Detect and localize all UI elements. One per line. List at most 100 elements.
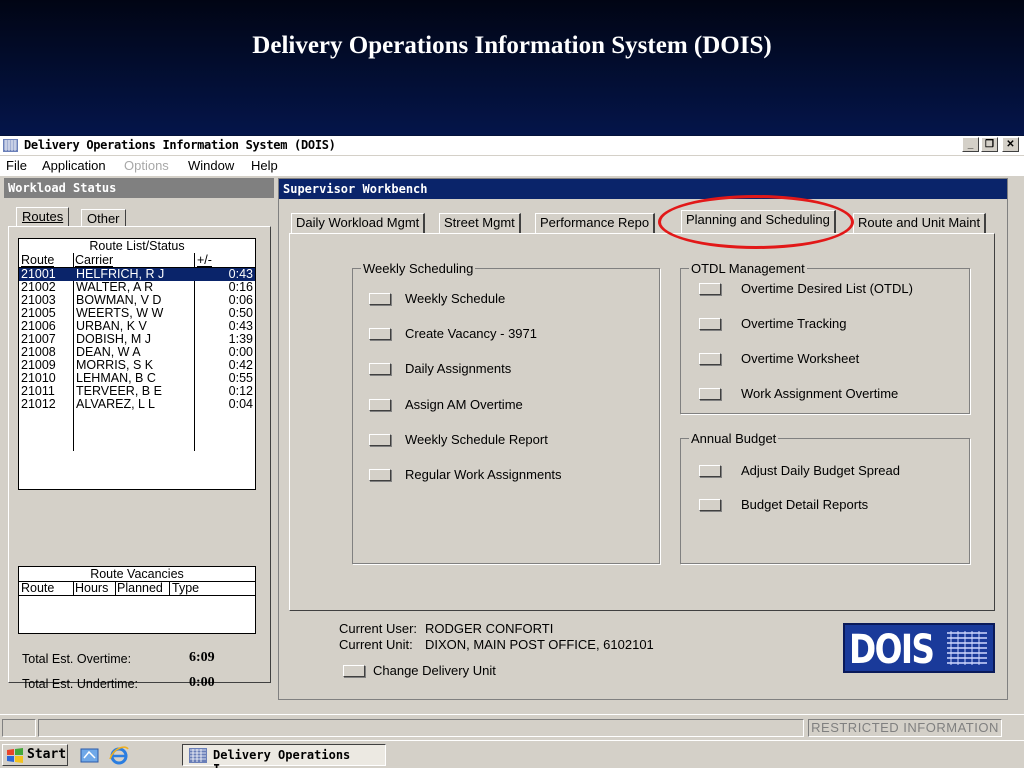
otdl-button-0[interactable]: [699, 283, 721, 295]
tab-performance-reports[interactable]: Performance Repo: [535, 213, 656, 233]
slide-background: [0, 0, 1024, 135]
weekly-scheduling-button-2[interactable]: [369, 363, 391, 376]
tab-street-mgmt[interactable]: Street Mgmt: [439, 213, 521, 233]
restricted-information-status: RESTRICTED INFORMATION: [808, 719, 1002, 737]
tab-other[interactable]: Other: [81, 209, 126, 227]
weekly-scheduling-button-0[interactable]: [369, 293, 391, 305]
otdl-label-1[interactable]: Overtime Tracking: [741, 316, 846, 331]
otdl-button-1[interactable]: [699, 318, 721, 330]
tab-daily-workload-mgmt[interactable]: Daily Workload Mgmt: [291, 213, 426, 233]
window-title: Delivery Operations Information System (…: [24, 138, 336, 152]
dois-logo: DOIS: [843, 623, 995, 673]
weekly-scheduling-label-4[interactable]: Weekly Schedule Report: [405, 432, 548, 447]
annual-budget-title: Annual Budget: [689, 431, 779, 446]
total-undertime-value: 0:00: [189, 675, 215, 690]
supervisor-workbench: Supervisor Workbench Daily Workload Mgmt…: [278, 178, 1008, 700]
tab-other-label: Other: [87, 211, 120, 226]
current-unit-value: DIXON, MAIN POST OFFICE, 6102101: [425, 637, 654, 652]
grid-line: [73, 581, 74, 595]
change-delivery-unit-button[interactable]: [343, 665, 365, 677]
status-bar: RESTRICTED INFORMATION: [0, 714, 1024, 740]
current-unit-label: Current Unit:: [339, 637, 413, 652]
workload-status-header: Workload Status: [4, 178, 274, 198]
app-window: Delivery Operations Information System (…: [0, 136, 1024, 740]
weekly-scheduling-button-3[interactable]: [369, 398, 391, 411]
otdl-label-0[interactable]: Overtime Desired List (OTDL): [741, 281, 913, 296]
otdl-button-2[interactable]: [699, 353, 721, 365]
weekly-scheduling-label-1[interactable]: Create Vacancy - 3971: [405, 326, 537, 341]
budget-button-0[interactable]: [699, 465, 721, 477]
otdl-management-title: OTDL Management: [689, 261, 807, 276]
weekly-scheduling-label-2[interactable]: Daily Assignments: [405, 361, 511, 376]
budget-label-0[interactable]: Adjust Daily Budget Spread: [741, 463, 900, 478]
app-icon: [3, 139, 18, 152]
taskbar: Start Delivery Operations I...: [0, 740, 1024, 768]
route-number: 21012: [21, 397, 56, 411]
menu-application[interactable]: Application: [42, 158, 106, 173]
minimize-button[interactable]: _: [962, 137, 979, 152]
taskbar-dois-label: Delivery Operations I...: [213, 748, 351, 768]
weekly-scheduling-title: Weekly Scheduling: [361, 261, 476, 276]
restore-button[interactable]: ❐: [981, 137, 998, 152]
weekly-scheduling-button-1[interactable]: [369, 328, 391, 341]
vacancy-route-header[interactable]: Route: [21, 581, 54, 595]
windows-flag-icon: [7, 748, 23, 763]
change-delivery-unit-label[interactable]: Change Delivery Unit: [373, 663, 496, 678]
budget-button-1[interactable]: [699, 499, 721, 511]
planning-tab-page: Weekly Scheduling Weekly Schedule Create …: [289, 233, 995, 611]
weekly-scheduling-button-5[interactable]: [369, 469, 391, 481]
status-cell: [38, 719, 804, 737]
dois-app-icon: [189, 748, 207, 763]
route-list-caption: Route List/Status: [89, 239, 185, 253]
status-cell: [2, 719, 36, 737]
carrier-column-header[interactable]: Carrier: [75, 253, 114, 267]
menu-file[interactable]: File: [6, 158, 27, 173]
weekly-scheduling-label-3[interactable]: Assign AM Overtime: [405, 397, 523, 412]
budget-label-1[interactable]: Budget Detail Reports: [741, 497, 868, 512]
vacancy-planned-header[interactable]: Planned: [117, 581, 163, 595]
close-button[interactable]: ✕: [1002, 137, 1019, 152]
slide-title: Delivery Operations Information System (…: [252, 32, 772, 59]
total-undertime-label: Total Est. Undertime:: [22, 677, 139, 691]
current-unit-info: Current Unit: DIXON, MAIN POST OFFICE, 6…: [339, 637, 654, 652]
otdl-button-3[interactable]: [699, 388, 721, 400]
start-label: Start: [27, 747, 67, 762]
current-user-label: Current User:: [339, 621, 418, 636]
tab-routes[interactable]: Routes: [16, 207, 70, 227]
current-user-value: RODGER CONFORTI: [425, 621, 554, 636]
tab-route-and-unit-maint[interactable]: Route and Unit Maint: [853, 213, 987, 233]
start-button[interactable]: Start: [2, 744, 68, 766]
route-row[interactable]: 21012 ALVAREZ, L L 0:04: [19, 398, 255, 411]
total-overtime-label: Total Est. Overtime:: [22, 652, 132, 666]
weekly-scheduling-label-5[interactable]: Regular Work Assignments: [405, 467, 562, 482]
total-overtime-value: 6:09: [189, 650, 215, 665]
dois-logo-grid-icon: [945, 629, 989, 667]
otdl-management-group: OTDL Management Overtime Desired List (O…: [680, 261, 970, 414]
tab-routes-label: Routes: [22, 209, 64, 224]
menu-window[interactable]: Window: [188, 158, 234, 173]
otdl-label-3[interactable]: Work Assignment Overtime: [741, 386, 898, 401]
grid-line: [115, 581, 116, 595]
route-column-header[interactable]: Route: [21, 253, 55, 267]
menu-options: Options: [124, 158, 169, 173]
menu-help[interactable]: Help: [251, 158, 278, 173]
title-bar[interactable]: Delivery Operations Information System (…: [0, 136, 1024, 155]
show-desktop-icon[interactable]: [80, 746, 100, 764]
annual-budget-group: Annual Budget Adjust Daily Budget Spread…: [680, 431, 970, 564]
weekly-scheduling-button-4[interactable]: [369, 433, 391, 446]
grid-line: [169, 581, 170, 595]
dois-logo-text: DOIS: [849, 627, 935, 673]
internet-explorer-icon[interactable]: [108, 745, 130, 765]
supervisor-workbench-header: Supervisor Workbench: [279, 179, 1007, 199]
vacancy-hours-header[interactable]: Hours: [75, 581, 108, 595]
otdl-label-2[interactable]: Overtime Worksheet: [741, 351, 859, 366]
diff-column-header[interactable]: +/-: [197, 253, 212, 267]
highlight-ellipse: [658, 195, 854, 249]
time-difference: 0:04: [228, 397, 253, 411]
weekly-scheduling-label-0[interactable]: Weekly Schedule: [405, 291, 505, 306]
route-vacancies-caption: Route Vacancies: [90, 567, 184, 581]
taskbar-dois-task[interactable]: Delivery Operations I...: [182, 744, 386, 768]
current-user-info: Current User: RODGER CONFORTI: [339, 621, 553, 636]
vacancy-type-header[interactable]: Type: [172, 581, 199, 595]
divider: [19, 595, 255, 596]
